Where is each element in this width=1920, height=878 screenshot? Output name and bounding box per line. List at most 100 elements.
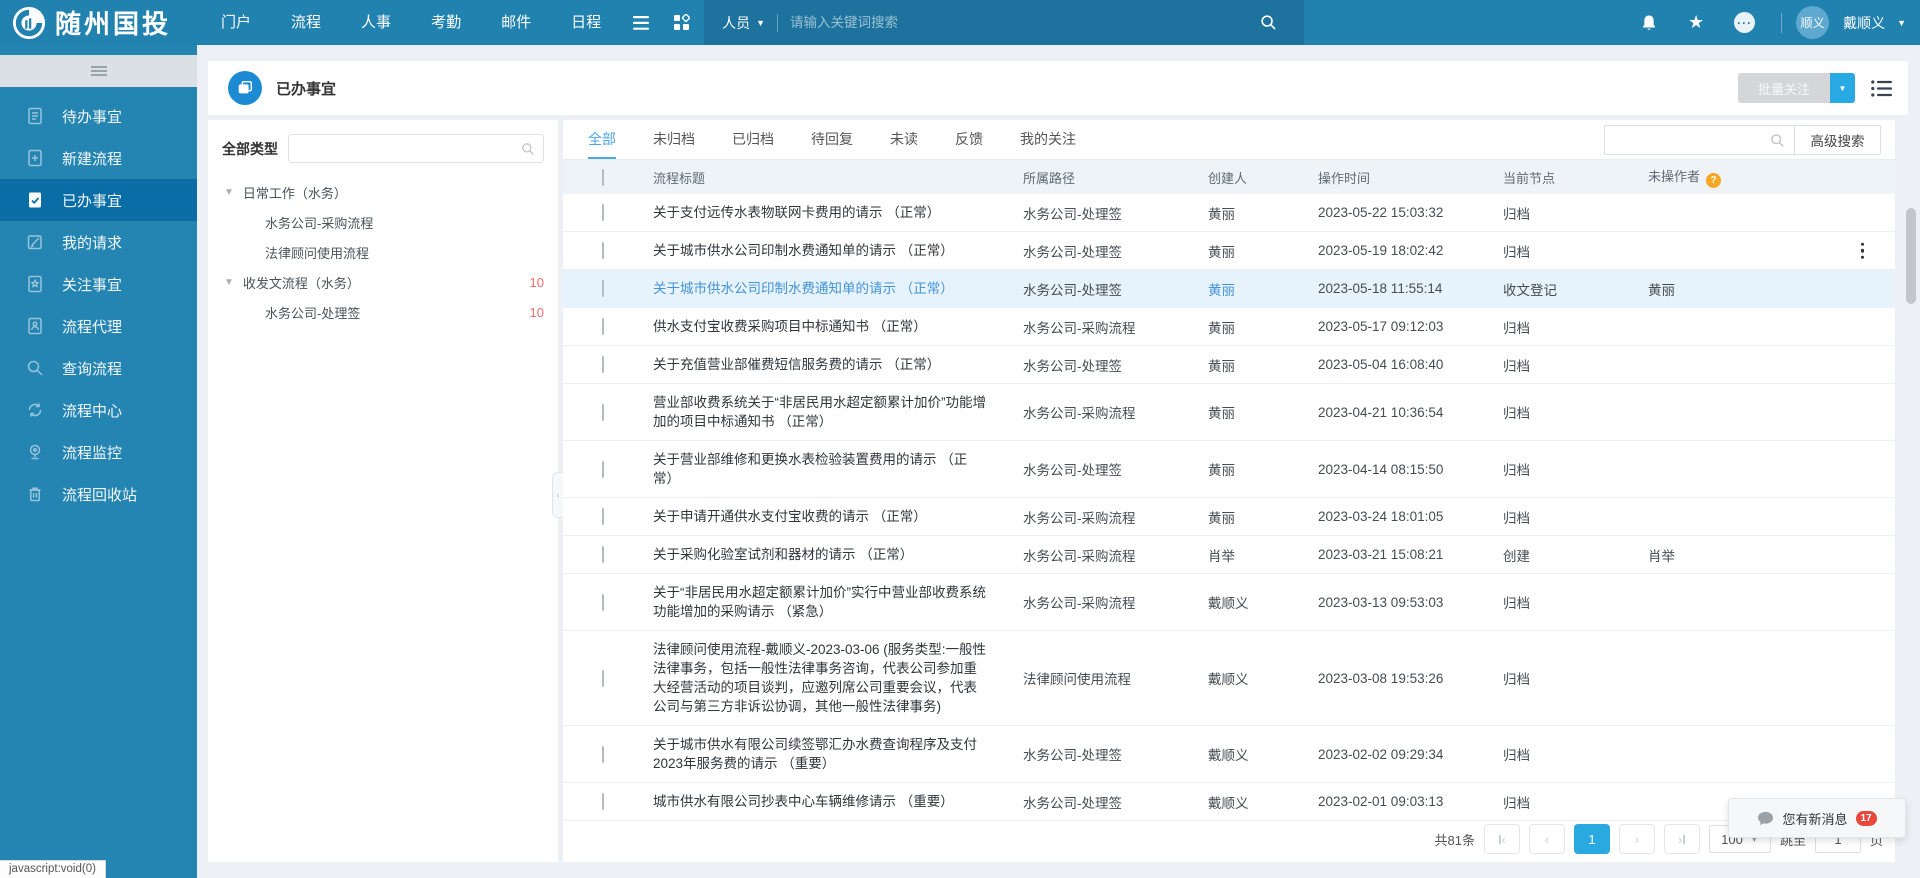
top-menu-item-3[interactable]: 人事: [341, 0, 411, 45]
sidebar-item-6[interactable]: 流程代理: [0, 305, 197, 347]
select-all-checkbox[interactable]: [602, 169, 604, 186]
hamburger-menu-icon[interactable]: [621, 0, 661, 45]
page-number-button[interactable]: 1: [1574, 824, 1610, 854]
tree-expand-icon[interactable]: ▼: [224, 277, 234, 288]
row-title[interactable]: 供水支付宝收费采购项目中标通知书 （正常）: [653, 308, 1023, 345]
table-row[interactable]: 关于城市供水公司印制水费通知单的请示 （正常）水务公司-处理签黄丽2023-05…: [563, 232, 1895, 270]
tree-expand-icon[interactable]: ▼: [224, 187, 234, 198]
row-checkbox[interactable]: [602, 280, 604, 297]
more-options-icon[interactable]: ···: [1722, 0, 1767, 45]
row-checkbox[interactable]: [602, 356, 604, 373]
global-search-input[interactable]: [790, 15, 1150, 30]
batch-follow-button[interactable]: 批量关注: [1738, 73, 1830, 103]
sidebar-item-4[interactable]: 我的请求: [0, 221, 197, 263]
apps-grid-icon[interactable]: [661, 0, 702, 45]
tree-node[interactable]: 水务公司-采购流程: [208, 207, 558, 237]
row-title[interactable]: 城市供水有限公司抄表中心车辆维修请示 （重要）: [653, 783, 1023, 820]
table-row[interactable]: 关于“非居民用水超定额累计加价”实行中营业部收费系统功能增加的采购请示 （紧急）…: [563, 574, 1895, 631]
row-title[interactable]: 关于申请开通供水支付宝收费的请示 （正常）: [653, 498, 1023, 535]
user-menu-chevron-icon[interactable]: ▼: [1897, 18, 1906, 28]
tree-node[interactable]: ▼日常工作（水务）: [208, 177, 558, 207]
row-checkbox[interactable]: [602, 793, 604, 810]
sidebar-item-9[interactable]: 流程监控: [0, 431, 197, 473]
tab-1[interactable]: 全部: [588, 120, 616, 159]
list-search-input[interactable]: [1605, 126, 1770, 154]
row-checkbox[interactable]: [602, 508, 604, 525]
row-title[interactable]: 关于支付远传水表物联网卡费用的请示 （正常）: [653, 194, 1023, 231]
row-title[interactable]: 关于城市供水有限公司续签鄂汇办水费查询程序及支付2023年服务费的请示 （重要）: [653, 726, 1023, 782]
tree-node[interactable]: 法律顾问使用流程: [208, 237, 558, 267]
row-title[interactable]: 关于充值营业部催费短信服务费的请示 （正常）: [653, 346, 1023, 383]
search-icon[interactable]: [1260, 14, 1277, 31]
sidebar-item-8[interactable]: 流程中心: [0, 389, 197, 431]
search-scope-select[interactable]: 人员 ▼: [722, 13, 765, 33]
tree-node[interactable]: 水务公司-处理签10: [208, 297, 558, 327]
row-title[interactable]: 关于“非居民用水超定额累计加价”实行中营业部收费系统功能增加的采购请示 （紧急）: [653, 574, 1023, 630]
type-search-input[interactable]: [289, 141, 521, 156]
row-title[interactable]: 营业部收费系统关于“非居民用水超定额累计加价”功能增加的项目中标通知书 （正常）: [653, 384, 1023, 440]
row-checkbox[interactable]: [602, 318, 604, 335]
row-checkbox[interactable]: [602, 546, 604, 563]
user-name[interactable]: 戴顺义: [1843, 13, 1885, 33]
table-row[interactable]: 供水支付宝收费采购项目中标通知书 （正常）水务公司-采购流程黄丽2023-05-…: [563, 308, 1895, 346]
vertical-scrollbar[interactable]: [1906, 208, 1916, 304]
row-checkbox[interactable]: [602, 461, 604, 478]
user-avatar[interactable]: 顺义: [1796, 6, 1829, 39]
sidebar-collapse-button[interactable]: [0, 55, 197, 87]
panel-collapse-handle[interactable]: ‹: [552, 472, 563, 518]
search-icon[interactable]: [521, 142, 535, 156]
top-menu-item-6[interactable]: 日程: [551, 0, 621, 45]
sidebar-item-2[interactable]: 新建流程: [0, 137, 197, 179]
tab-6[interactable]: 反馈: [955, 120, 983, 159]
search-icon[interactable]: [1770, 126, 1794, 154]
table-row[interactable]: 关于城市供水有限公司续签鄂汇办水费查询程序及支付2023年服务费的请示 （重要）…: [563, 726, 1895, 783]
row-title[interactable]: 关于城市供水公司印制水费通知单的请示 （正常）: [653, 270, 1023, 307]
table-row[interactable]: 关于城市供水公司印制水费通知单的请示 （正常）水务公司-处理签黄丽2023-05…: [563, 270, 1895, 308]
bell-icon[interactable]: [1628, 0, 1670, 45]
batch-follow-dropdown[interactable]: ▼: [1830, 73, 1855, 103]
tab-3[interactable]: 已归档: [732, 120, 774, 159]
table-row[interactable]: 城市供水有限公司抄表中心车辆维修请示 （重要）水务公司-处理签戴顺义2023-0…: [563, 783, 1895, 821]
tab-2[interactable]: 未归档: [653, 120, 695, 159]
sidebar-item-3[interactable]: 已办事宜: [0, 179, 197, 221]
tab-7[interactable]: 我的关注: [1020, 120, 1076, 159]
sidebar-item-7[interactable]: 查询流程: [0, 347, 197, 389]
advanced-search-button[interactable]: 高级搜索: [1794, 126, 1880, 154]
table-row[interactable]: 营业部收费系统关于“非居民用水超定额累计加价”功能增加的项目中标通知书 （正常）…: [563, 384, 1895, 441]
last-page-button[interactable]: ›: [1664, 824, 1700, 854]
help-icon[interactable]: ?: [1706, 173, 1721, 188]
top-menu-item-4[interactable]: 考勤: [411, 0, 481, 45]
top-menu-item-1[interactable]: 门户: [201, 0, 271, 45]
table-row[interactable]: 关于采购化验室试剂和器材的请示 （正常）水务公司-采购流程肖举2023-03-2…: [563, 536, 1895, 574]
top-menu-item-2[interactable]: 流程: [271, 0, 341, 45]
top-menu-item-5[interactable]: 邮件: [481, 0, 551, 45]
new-message-toast[interactable]: 您有新消息 17: [1728, 798, 1906, 838]
favorites-star-icon[interactable]: ★: [1676, 0, 1716, 45]
row-title[interactable]: 关于城市供水公司印制水费通知单的请示 （正常）: [653, 232, 1023, 269]
row-title[interactable]: 关于营业部维修和更换水表检验装置费用的请示 （正常）: [653, 441, 1023, 497]
row-title[interactable]: 法律顾问使用流程-戴顺义-2023-03-06 (服务类型:一般性法律事务，包括…: [653, 631, 1023, 725]
row-checkbox[interactable]: [602, 594, 604, 611]
prev-page-button[interactable]: ‹: [1529, 824, 1565, 854]
view-list-icon[interactable]: [1871, 80, 1892, 97]
tab-5[interactable]: 未读: [890, 120, 918, 159]
row-checkbox[interactable]: [602, 204, 604, 221]
tree-node[interactable]: ▼收发文流程（水务）10: [208, 267, 558, 297]
next-page-button[interactable]: ›: [1619, 824, 1655, 854]
sidebar-item-1[interactable]: 待办事宜: [0, 95, 197, 137]
tab-4[interactable]: 待回复: [811, 120, 853, 159]
table-row[interactable]: 关于支付远传水表物联网卡费用的请示 （正常）水务公司-处理签黄丽2023-05-…: [563, 194, 1895, 232]
table-row[interactable]: 法律顾问使用流程-戴顺义-2023-03-06 (服务类型:一般性法律事务，包括…: [563, 631, 1895, 726]
row-more-menu-icon[interactable]: [1858, 239, 1868, 262]
sidebar-item-10[interactable]: 流程回收站: [0, 473, 197, 515]
row-title[interactable]: 关于采购化验室试剂和器材的请示 （正常）: [653, 536, 1023, 573]
table-row[interactable]: 关于营业部维修和更换水表检验装置费用的请示 （正常）水务公司-处理签黄丽2023…: [563, 441, 1895, 498]
first-page-button[interactable]: ‹: [1484, 824, 1520, 854]
company-logo[interactable]: 随州国投: [12, 4, 171, 41]
table-row[interactable]: 关于申请开通供水支付宝收费的请示 （正常）水务公司-采购流程黄丽2023-03-…: [563, 498, 1895, 536]
sidebar-item-5[interactable]: 关注事宜: [0, 263, 197, 305]
row-checkbox[interactable]: [602, 242, 604, 259]
table-row[interactable]: 关于充值营业部催费短信服务费的请示 （正常）水务公司-处理签黄丽2023-05-…: [563, 346, 1895, 384]
row-checkbox[interactable]: [602, 746, 604, 763]
row-checkbox[interactable]: [602, 404, 604, 421]
